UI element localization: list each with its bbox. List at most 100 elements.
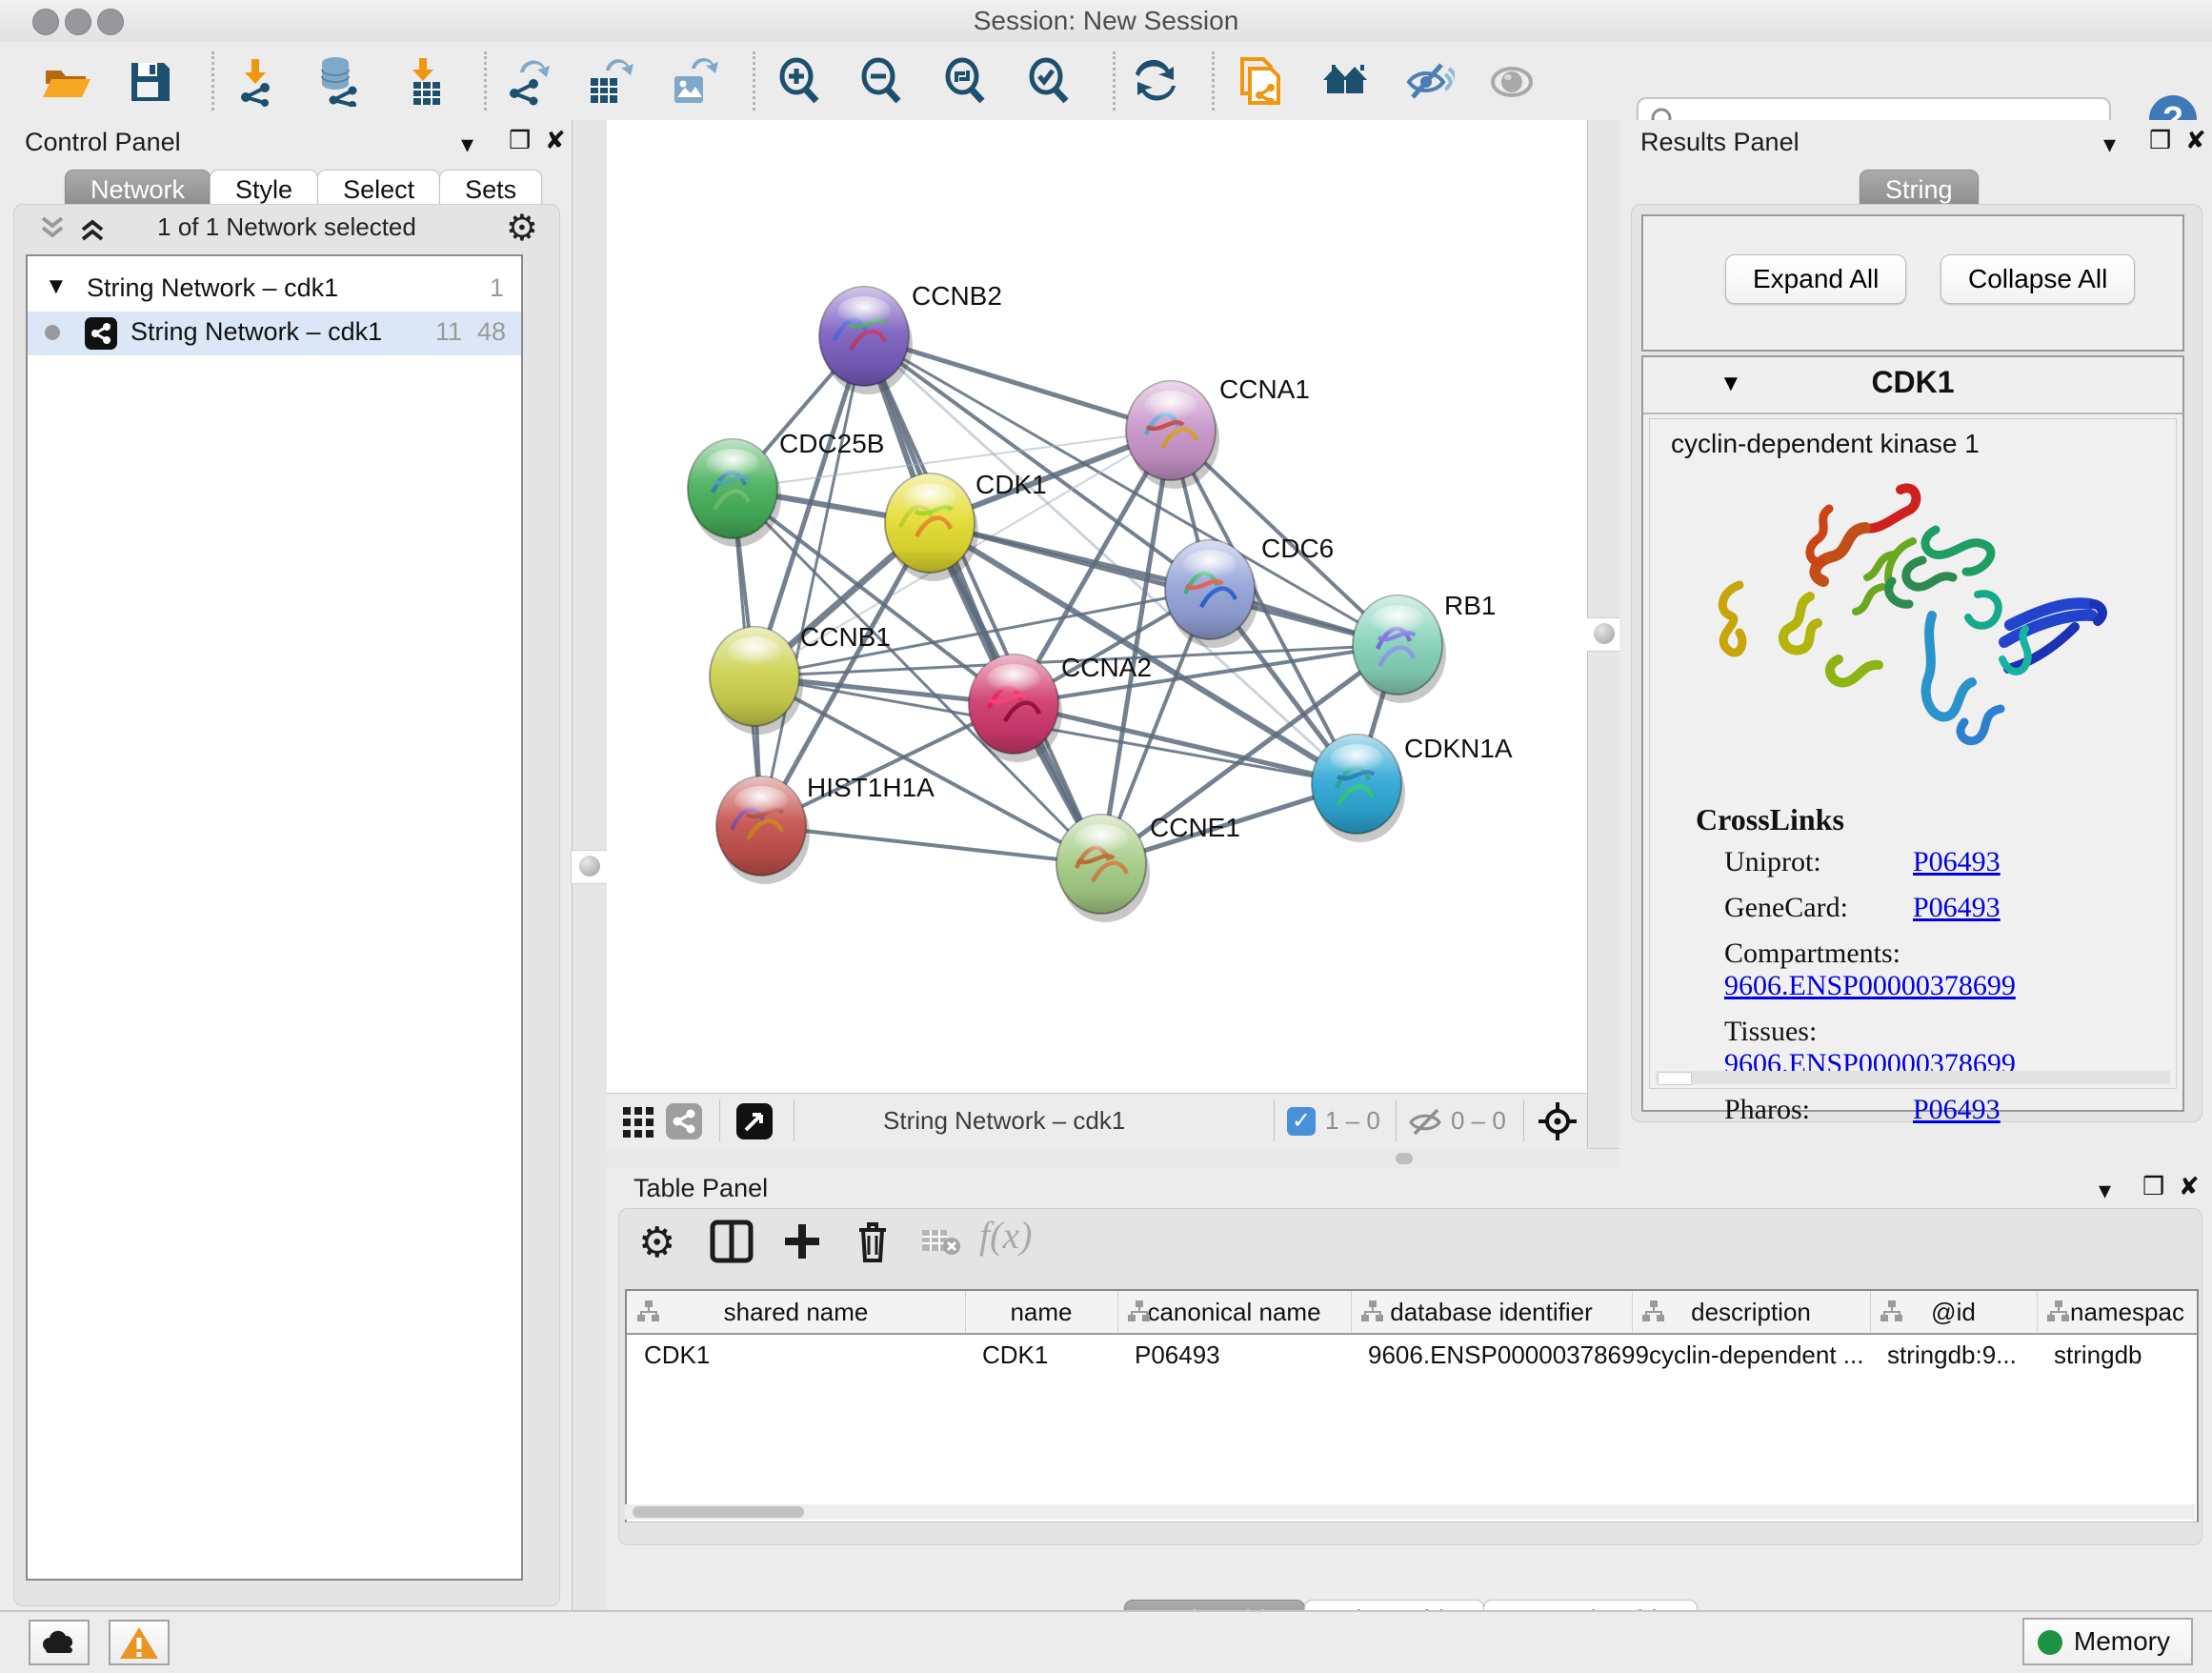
string-home-icon[interactable]	[1319, 55, 1371, 107]
grid-mode-icon[interactable]	[622, 1106, 656, 1140]
network-edge-HIST1H1A-CCNE1[interactable]	[761, 826, 1101, 864]
delete-table-icon[interactable]	[920, 1226, 966, 1272]
export-network-icon[interactable]	[501, 55, 553, 107]
panel-close-icon[interactable]: ✘	[545, 126, 566, 155]
gear-icon[interactable]: ⚙	[506, 207, 538, 250]
table-cell[interactable]: P06493	[1135, 1340, 1345, 1379]
refresh-icon[interactable]	[1130, 55, 1181, 107]
eye-icon[interactable]	[1486, 55, 1538, 107]
results-panel: Results Panel ▾ ❒ ✘ String Expand All Co…	[1619, 120, 2212, 1168]
export-table-icon[interactable]	[583, 55, 634, 107]
results-menu-icon[interactable]: ▾	[2103, 130, 2116, 159]
column-header-shared-name[interactable]: shared name	[627, 1291, 966, 1333]
network-node-CDK1[interactable]	[885, 474, 978, 581]
crosslink-label: GeneCard:	[1724, 892, 1913, 924]
crosslink-link[interactable]: P06493	[1913, 846, 2001, 877]
node-table[interactable]: shared namenamecanonical namedatabase id…	[625, 1289, 2199, 1522]
crosslink-link[interactable]: 9606.ENSP00000378699	[1724, 970, 2016, 1001]
table-cell[interactable]: stringdb	[2054, 1340, 2199, 1379]
selected-checkbox-icon[interactable]: ✓	[1287, 1107, 1316, 1136]
zoom-in-icon[interactable]	[774, 55, 825, 107]
collapse-all-button[interactable]: Collapse All	[1941, 254, 2135, 304]
export-image-icon[interactable]	[667, 55, 718, 107]
column-header-namespac[interactable]: namespac	[2037, 1291, 2199, 1333]
fit-selected-icon[interactable]	[1537, 1100, 1579, 1142]
warning-button[interactable]	[109, 1620, 170, 1665]
network-canvas[interactable]: CCNB2CCNA1CDC25BCDK1CDC6RB1CCNB1CCNA2CDK…	[607, 120, 1587, 1093]
table-scrollbar[interactable]	[625, 1504, 2195, 1520]
table-cell[interactable]: CDK1	[644, 1340, 959, 1379]
results-scrollbar[interactable]	[1656, 1071, 2170, 1084]
network-edge-count: 48	[477, 317, 506, 347]
column-tree-icon	[1641, 1300, 1666, 1324]
table-cell[interactable]: stringdb:9...	[1887, 1340, 2031, 1379]
left-splitter[interactable]	[572, 120, 609, 1610]
hidden-eye-slash-icon[interactable]	[1407, 1106, 1445, 1139]
table-gear-icon[interactable]: ⚙	[638, 1219, 684, 1264]
cloud-button[interactable]	[29, 1620, 90, 1665]
node-label-CCNA1: CCNA1	[1219, 374, 1310, 404]
network-node-CCNA1[interactable]	[1126, 381, 1219, 489]
memory-button[interactable]: Memory	[2022, 1618, 2193, 1665]
right-splitter[interactable]	[1587, 120, 1621, 1168]
crosslink-link[interactable]: P06493	[1913, 892, 2001, 923]
network-tree: ▼ String Network – cdk1 1 String Network…	[26, 254, 523, 1581]
zoom-fit-icon[interactable]	[939, 55, 991, 107]
network-node-CCNB2[interactable]	[819, 287, 913, 394]
column-header--id[interactable]: @id	[1870, 1291, 2038, 1333]
table-float-icon[interactable]: ❒	[2142, 1172, 2164, 1201]
birdseye-toggle-icon[interactable]	[736, 1103, 773, 1139]
network-edge-CCNB2-HIST1H1A[interactable]	[761, 336, 864, 826]
column-tree-icon	[1880, 1300, 1904, 1324]
save-session-icon[interactable]	[124, 55, 175, 107]
collection-count: 1	[490, 273, 504, 303]
column-header-canonical-name[interactable]: canonical name	[1117, 1291, 1352, 1333]
hidden-count: 0 – 0	[1451, 1106, 1506, 1136]
table-cell[interactable]: cyclin-dependent ...	[1649, 1340, 1864, 1379]
delete-column-icon[interactable]	[850, 1219, 895, 1264]
network-node-HIST1H1A[interactable]	[716, 776, 810, 884]
gene-details: cyclin-dependent kinase 1	[1649, 418, 2177, 1089]
results-close-icon[interactable]: ✘	[2185, 126, 2206, 155]
show-hide-icon[interactable]	[1403, 55, 1455, 107]
network-collection-row[interactable]: ▼ String Network – cdk1 1	[28, 268, 521, 312]
table-menu-icon[interactable]: ▾	[2099, 1176, 2111, 1205]
panel-menu-icon[interactable]: ▾	[461, 130, 473, 159]
results-float-icon[interactable]: ❒	[2149, 126, 2171, 155]
panel-float-icon[interactable]: ❒	[509, 126, 531, 155]
import-database-icon[interactable]	[312, 55, 364, 107]
table-cell[interactable]: 9606.ENSP00000378699	[1368, 1340, 1626, 1379]
table-panel: Table Panel ▾ ❒ ✘ ⚙ f(x) shared namename…	[607, 1168, 2212, 1610]
node-label-RB1: RB1	[1444, 591, 1496, 620]
zoom-selected-icon[interactable]	[1023, 55, 1075, 107]
crosslink-link[interactable]: P06493	[1913, 1094, 2001, 1125]
table-columns-icon[interactable]	[709, 1219, 754, 1264]
network-node-CDKN1A[interactable]	[1312, 735, 1405, 842]
gene-section-header[interactable]: ▼ CDK1	[1643, 357, 2182, 414]
table-close-icon[interactable]: ✘	[2179, 1172, 2200, 1201]
gene-name: CDK1	[1643, 365, 2182, 400]
table-cell[interactable]: CDK1	[982, 1340, 1112, 1379]
import-table-icon[interactable]	[400, 55, 452, 107]
collection-expand-icon[interactable]: ▼	[45, 273, 68, 300]
column-header-description[interactable]: description	[1632, 1291, 1871, 1333]
import-network-icon[interactable]	[231, 55, 282, 107]
expand-all-button[interactable]: Expand All	[1725, 254, 1906, 304]
add-column-icon[interactable]	[779, 1219, 825, 1264]
network-node-CCNE1[interactable]	[1056, 815, 1150, 922]
left-splitter-handle[interactable]	[571, 850, 611, 884]
zoom-out-icon[interactable]	[855, 55, 907, 107]
network-node-CCNA2[interactable]	[969, 655, 1062, 762]
column-header-name[interactable]: name	[965, 1291, 1118, 1333]
network-row[interactable]: String Network – cdk1 11 48	[28, 312, 521, 355]
table-panel-title: Table Panel	[633, 1174, 768, 1203]
duplicate-network-icon[interactable]	[1235, 55, 1286, 107]
column-header-database-identifier[interactable]: database identifier	[1351, 1291, 1633, 1333]
function-builder-icon[interactable]: f(x)	[979, 1213, 1025, 1259]
network-node-RB1[interactable]	[1353, 595, 1446, 703]
network-node-CDC25B[interactable]	[688, 439, 781, 547]
network-selected-status: 1 of 1 Network selected	[14, 212, 559, 242]
network-mode-icon[interactable]	[666, 1103, 702, 1139]
open-session-icon[interactable]	[40, 55, 91, 107]
crosslink-label: Compartments:	[1724, 937, 1913, 970]
